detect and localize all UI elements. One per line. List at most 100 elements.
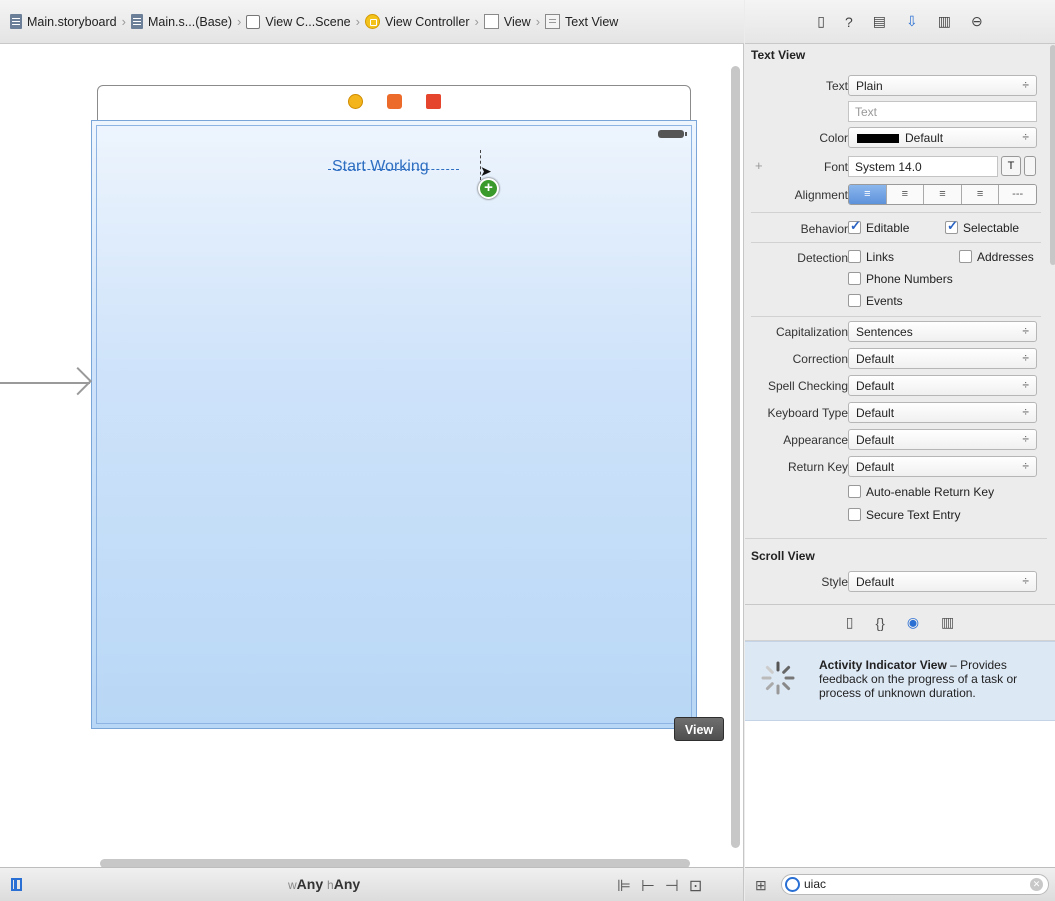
return-key-popup[interactable]: Default — [848, 456, 1037, 477]
attributes-inspector-icon[interactable]: ⇩ — [906, 13, 918, 30]
resolve-issues-icon[interactable]: ⊣ — [665, 876, 679, 896]
size-inspector-icon[interactable]: ▥ — [938, 13, 951, 30]
align-right-icon[interactable]: ≡ — [924, 185, 962, 204]
resizing-icon[interactable]: ⊡ — [689, 876, 702, 896]
quick-help-icon[interactable]: ? — [845, 14, 853, 30]
initial-scene-arrow — [0, 382, 90, 384]
breadcrumb-item-scene[interactable]: View C...Scene › — [246, 14, 365, 29]
section-title: Scroll View — [751, 549, 815, 563]
auto-enable-return-key-checkbox[interactable]: Auto-enable Return Key — [848, 485, 994, 499]
code-snippet-icon[interactable]: {} — [875, 615, 884, 631]
add-copy-icon: + — [478, 178, 499, 199]
inspector-tabs: ▯ ? ▤ ⇩ ▥ ⊖ — [745, 0, 1055, 44]
align-icon[interactable]: ⊫ — [617, 876, 631, 896]
keyboard-type-row: Keyboard Type Default — [745, 402, 1045, 424]
breadcrumb-item-text-view[interactable]: Text View — [545, 14, 618, 29]
alignment-row: Alignment ≡ ≡ ≡ ≡ --- — [745, 184, 1045, 206]
file-inspector-icon[interactable]: ▯ — [817, 13, 825, 30]
scene-dock — [98, 86, 690, 116]
chevron-right-icon: › — [237, 14, 242, 29]
storyboard-file-icon — [130, 14, 143, 29]
first-responder-icon[interactable] — [386, 93, 402, 109]
events-checkbox[interactable]: Events — [848, 294, 903, 308]
clear-search-icon[interactable]: ✕ — [1030, 878, 1043, 891]
identity-inspector-icon[interactable]: ▤ — [873, 13, 886, 30]
library-filter-bar: ⊞ uiac ✕ — [745, 867, 1055, 901]
inspector-scrollbar[interactable] — [1050, 45, 1055, 265]
vertical-scrollbar[interactable] — [731, 66, 740, 848]
align-justify-icon[interactable]: ≡ — [961, 185, 1000, 204]
attributes-inspector: ▯ ? ▤ ⇩ ▥ ⊖ Text View Text Plain Text Co… — [745, 0, 1055, 604]
checkbox-icon — [848, 294, 861, 307]
library-item-description: Activity Indicator View – Provides feedb… — [819, 658, 1018, 700]
correction-popup[interactable]: Default — [848, 348, 1037, 369]
selectable-checkbox[interactable]: Selectable — [945, 218, 1019, 235]
addresses-checkbox[interactable]: Addresses — [959, 250, 1034, 264]
checkbox-icon — [848, 508, 861, 521]
checkbox-checked-icon — [945, 218, 958, 234]
object-library: ▯ {} ◉ ▥ Activity Indicator View – Provi… — [745, 604, 1055, 901]
root-view[interactable]: Start Working ➤ + — [91, 120, 697, 729]
library-item-activity-indicator[interactable]: Activity Indicator View – Provides feedb… — [745, 641, 1055, 721]
checkbox-icon — [848, 272, 861, 285]
add-variation-icon[interactable]: + — [755, 158, 763, 173]
media-library-icon[interactable]: ▥ — [941, 614, 954, 631]
text-content-field[interactable]: Text — [848, 101, 1037, 122]
breadcrumb-item-storyboard[interactable]: Main.storyboard › — [10, 14, 131, 29]
storyboard-canvas[interactable]: Start Working ➤ + View — [0, 44, 744, 868]
alignment-segmented-control: ≡ ≡ ≡ ≡ --- — [848, 184, 1037, 205]
align-center-icon[interactable]: ≡ — [886, 185, 925, 204]
editable-checkbox[interactable]: Editable — [848, 218, 909, 235]
font-picker-button[interactable]: T — [1001, 156, 1021, 176]
links-checkbox[interactable]: Links — [848, 250, 894, 264]
chevron-right-icon: › — [474, 14, 479, 29]
autolayout-tools: ⊫ ⊢ ⊣ ⊡ — [617, 876, 702, 896]
style-popup[interactable]: Default — [848, 571, 1037, 592]
phone-row: Phone Numbers — [745, 269, 1045, 291]
spell-checking-row: Spell Checking Default — [745, 375, 1045, 397]
exit-icon[interactable] — [425, 93, 441, 109]
return-key-row: Return Key Default — [745, 456, 1045, 478]
align-left-icon[interactable]: ≡ — [849, 185, 887, 204]
text-row: Text Plain — [745, 75, 1045, 97]
font-size-stepper[interactable] — [1024, 156, 1036, 176]
chevron-right-icon: › — [535, 14, 541, 29]
phone-numbers-checkbox[interactable]: Phone Numbers — [848, 272, 953, 286]
text-view-label: Start Working — [332, 158, 429, 175]
view-selection-outline — [96, 125, 692, 724]
text-view[interactable]: Start Working — [328, 158, 459, 176]
library-tabs: ▯ {} ◉ ▥ — [745, 605, 1055, 641]
capitalization-popup[interactable]: Sentences — [848, 321, 1037, 342]
keyboard-type-popup[interactable]: Default — [848, 402, 1037, 423]
secure-row: Secure Text Entry — [745, 505, 1045, 527]
spell-checking-popup[interactable]: Default — [848, 375, 1037, 396]
size-class-control[interactable]: wAny hAny — [288, 876, 360, 892]
font-row: + Font System 14.0 T — [745, 156, 1045, 178]
breadcrumb-item-storyboard-base[interactable]: Main.s...(Base) › — [130, 14, 246, 29]
document-outline-toggle-icon[interactable] — [11, 878, 22, 891]
object-library-icon[interactable]: ◉ — [907, 614, 919, 631]
align-natural-icon[interactable]: --- — [999, 185, 1036, 204]
appearance-popup[interactable]: Default — [848, 429, 1037, 450]
events-row: Events — [745, 291, 1045, 313]
view-controller-icon[interactable] — [347, 93, 363, 109]
jump-bar: Main.storyboard › Main.s...(Base) › View… — [0, 0, 744, 44]
pin-icon[interactable]: ⊢ — [641, 876, 655, 896]
search-icon — [785, 877, 800, 892]
breadcrumb-item-view-controller[interactable]: View Controller › — [364, 14, 484, 29]
battery-icon — [658, 130, 687, 138]
file-template-icon[interactable]: ▯ — [846, 614, 854, 631]
style-row: Style Default — [745, 571, 1045, 593]
color-popup[interactable]: Default — [848, 127, 1037, 148]
grid-view-icon[interactable]: ⊞ — [755, 877, 767, 894]
breadcrumb-item-view[interactable]: View › — [483, 14, 545, 29]
divider — [751, 242, 1041, 243]
activity-indicator-icon — [761, 661, 795, 695]
font-field[interactable]: System 14.0 — [848, 156, 998, 177]
text-type-popup[interactable]: Plain — [848, 75, 1037, 96]
secure-text-entry-checkbox[interactable]: Secure Text Entry — [848, 508, 961, 522]
storyboard-file-icon — [10, 14, 22, 29]
color-swatch — [857, 134, 899, 144]
library-search-field[interactable]: uiac ✕ — [781, 874, 1049, 895]
connections-inspector-icon[interactable]: ⊖ — [971, 13, 983, 30]
